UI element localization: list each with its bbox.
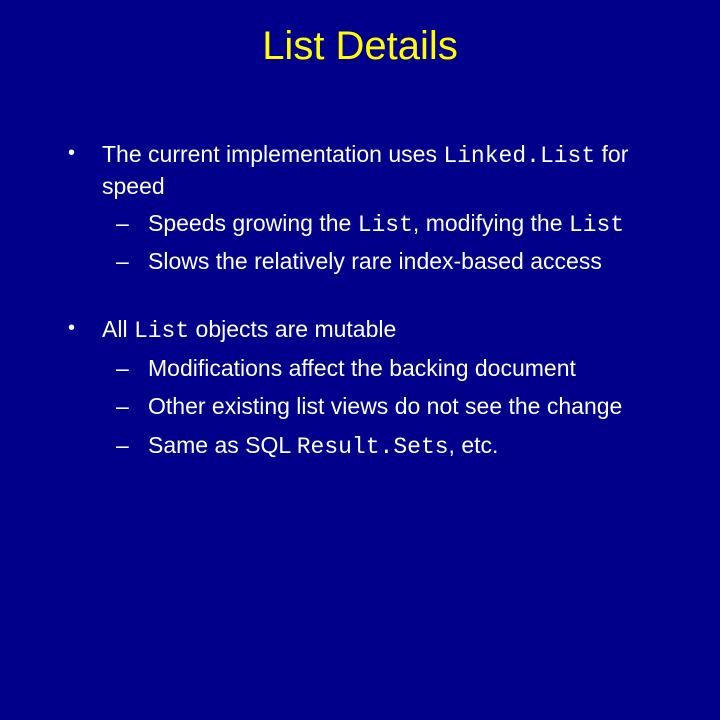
sub-text-mid: , modifying the	[413, 210, 569, 236]
sub-text-pre: Other existing list views do not see the…	[148, 393, 622, 419]
bullet-text-pre: All	[102, 316, 134, 342]
sub-text-pre: Modifications affect the backing documen…	[148, 355, 576, 381]
sub-item: Modifications affect the backing documen…	[102, 353, 660, 385]
slide: List Details The current implementation …	[0, 0, 720, 720]
sub-item: Slows the relatively rare index-based ac…	[102, 246, 660, 278]
sub-item: Speeds growing the List, modifying the L…	[102, 208, 660, 240]
bullet-item: The current implementation uses Linked.L…	[60, 139, 660, 278]
sub-text-pre: Slows the relatively rare index-based ac…	[148, 248, 602, 274]
code-text: Result.Sets	[297, 434, 449, 460]
sub-text-pre: Same as SQL	[148, 432, 297, 458]
code-text: List	[569, 212, 624, 238]
sub-item: Other existing list views do not see the…	[102, 391, 660, 423]
sub-list: Modifications affect the backing documen…	[102, 353, 660, 462]
code-text: Linked.List	[443, 143, 595, 169]
sub-list: Speeds growing the List, modifying the L…	[102, 208, 660, 279]
code-text: List	[134, 318, 189, 344]
slide-title: List Details	[60, 24, 660, 69]
sub-item: Same as SQL Result.Sets, etc.	[102, 430, 660, 462]
code-text: List	[358, 212, 413, 238]
bullet-list: The current implementation uses Linked.L…	[60, 139, 660, 462]
sub-text-mid: , etc.	[449, 432, 499, 458]
bullet-text-post: objects are mutable	[189, 316, 396, 342]
bullet-text-pre: The current implementation uses	[102, 141, 443, 167]
bullet-item: All List objects are mutable Modificatio…	[60, 314, 660, 461]
sub-text-pre: Speeds growing the	[148, 210, 358, 236]
